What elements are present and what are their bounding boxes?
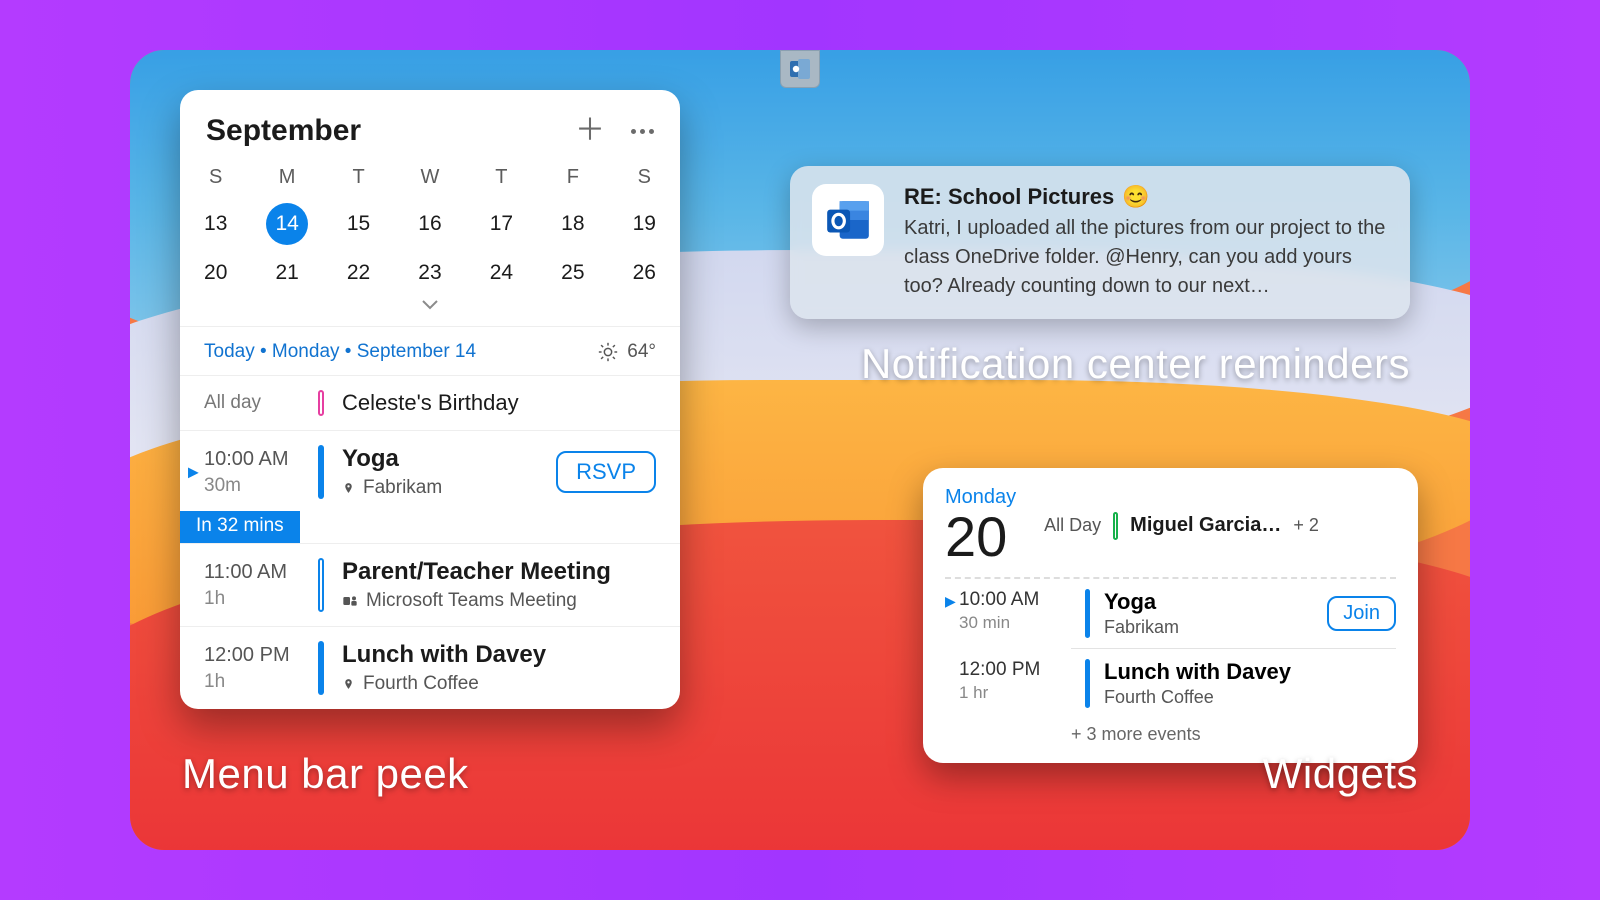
desktop-window: September ＋ S M T W T F S 13 14 15: [130, 50, 1470, 850]
event-row[interactable]: 12:00 PM 1h Lunch with Davey Fourth Coff…: [180, 626, 680, 709]
day-cell[interactable]: 16: [394, 195, 465, 253]
day-cell[interactable]: 24: [466, 253, 537, 293]
event-row[interactable]: 11:00 AM 1h Parent/Teacher Meeting Micro…: [180, 543, 680, 626]
weekday-header: S: [609, 160, 680, 195]
event-location: Fourth Coffee: [1104, 687, 1396, 708]
event-duration: 1h: [204, 671, 300, 693]
day-cell[interactable]: 17: [466, 195, 537, 253]
event-category-bar: [318, 641, 324, 695]
day-cell[interactable]: 26: [609, 253, 680, 293]
event-category-bar: [318, 445, 324, 499]
weekday-header: M: [251, 160, 322, 195]
caption-notification: Notification center reminders: [861, 340, 1410, 388]
day-cell[interactable]: 25: [537, 253, 608, 293]
event-category-bar: [1085, 659, 1090, 708]
day-cell[interactable]: 19: [609, 195, 680, 253]
outlook-app-icon: [812, 184, 884, 256]
event-time: 11:00 AM: [204, 561, 300, 584]
day-cell[interactable]: 15: [323, 195, 394, 253]
location-pin-icon: [342, 482, 355, 495]
notification-card[interactable]: RE: School Pictures 😊 Katri, I uploaded …: [790, 166, 1410, 319]
event-category-bar: [318, 558, 324, 612]
outlook-menubar-icon[interactable]: [780, 50, 820, 88]
event-title: Parent/Teacher Meeting: [342, 558, 656, 586]
widget-date: Monday 20: [945, 486, 1016, 565]
temperature: 64°: [627, 341, 656, 363]
more-options-button[interactable]: [631, 129, 654, 134]
today-date-label: Today • Monday • September 14: [204, 341, 476, 363]
widget-allday-row[interactable]: All Day Miguel Garcia… + 2: [1044, 486, 1396, 565]
calendar-peek-panel: September ＋ S M T W T F S 13 14 15: [180, 90, 680, 709]
day-cell[interactable]: 22: [323, 253, 394, 293]
event-time: 10:00 AM: [204, 448, 300, 471]
day-cell[interactable]: 21: [251, 253, 322, 293]
add-event-button[interactable]: ＋: [575, 116, 605, 146]
allday-label: All day: [204, 392, 300, 414]
day-cell[interactable]: 20: [180, 253, 251, 293]
weekday-header: T: [323, 160, 394, 195]
teams-icon: [342, 593, 358, 609]
sun-icon: [597, 341, 619, 363]
event-title: Lunch with Davey: [342, 641, 656, 669]
current-indicator-icon: ▶: [945, 593, 956, 610]
event-category-bar: [1085, 589, 1090, 638]
join-button[interactable]: Join: [1327, 596, 1396, 631]
day-cell-selected[interactable]: 14: [251, 195, 322, 253]
event-title: Celeste's Birthday: [342, 390, 656, 416]
rsvp-button[interactable]: RSVP: [556, 451, 656, 493]
more-events-link[interactable]: + 3 more events: [945, 718, 1396, 747]
emoji-icon: 😊: [1122, 184, 1149, 210]
weekday-header: W: [394, 160, 465, 195]
event-duration: 1 hr: [959, 683, 1071, 703]
countdown-badge: In 32 mins: [180, 511, 300, 543]
caption-menubar-peek: Menu bar peek: [182, 750, 469, 798]
event-title: Yoga: [1104, 589, 1313, 615]
month-grid: S M T W T F S 13 14 15 16 17 18 19: [180, 160, 680, 293]
day-cell[interactable]: 13: [180, 195, 251, 253]
widget-event-row[interactable]: ▶ 10:00 AM 30 min Yoga Fabrikam Join: [945, 577, 1396, 648]
allday-label: All Day: [1044, 515, 1101, 536]
month-title: September: [206, 114, 361, 148]
allday-event-row[interactable]: All day Celeste's Birthday: [180, 375, 680, 430]
allday-more-count: + 2: [1293, 515, 1319, 536]
event-category-bar: [318, 390, 324, 416]
event-title: Miguel Garcia…: [1130, 514, 1281, 537]
event-location: Fourth Coffee: [342, 673, 656, 695]
event-duration: 1h: [204, 588, 300, 610]
event-location: Microsoft Teams Meeting: [342, 590, 656, 612]
expand-month-button[interactable]: [420, 298, 440, 315]
event-category-bar: [1113, 512, 1118, 540]
caption-widgets: Widgets: [1263, 750, 1418, 798]
outlook-glyph: [788, 57, 812, 81]
event-location: Fabrikam: [1104, 617, 1313, 638]
calendar-widget: Monday 20 All Day Miguel Garcia… + 2 ▶ 1…: [923, 468, 1418, 763]
day-number: 20: [945, 509, 1016, 565]
weekday-header: T: [466, 160, 537, 195]
widget-event-row[interactable]: 12:00 PM 1 hr Lunch with Davey Fourth Co…: [945, 649, 1396, 718]
day-cell[interactable]: 18: [537, 195, 608, 253]
weekday-header: F: [537, 160, 608, 195]
current-indicator-icon: ▶: [188, 464, 199, 481]
day-cell[interactable]: 23: [394, 253, 465, 293]
event-location: Fabrikam: [342, 477, 538, 499]
event-title: Lunch with Davey: [1104, 659, 1396, 685]
event-duration: 30m: [204, 475, 300, 497]
event-title: Yoga: [342, 445, 538, 473]
event-time: 10:00 AM: [959, 589, 1071, 611]
event-time: 12:00 PM: [204, 644, 300, 667]
event-duration: 30 min: [959, 613, 1071, 633]
weather-readout: 64°: [597, 341, 656, 363]
weekday-header: S: [180, 160, 251, 195]
event-row[interactable]: ▶ 10:00 AM 30m Yoga Fabrikam RSVP: [180, 430, 680, 513]
notification-subject: RE: School Pictures 😊: [904, 184, 1388, 210]
event-time: 12:00 PM: [959, 659, 1071, 681]
location-pin-icon: [342, 678, 355, 691]
notification-body: Katri, I uploaded all the pictures from …: [904, 214, 1388, 301]
